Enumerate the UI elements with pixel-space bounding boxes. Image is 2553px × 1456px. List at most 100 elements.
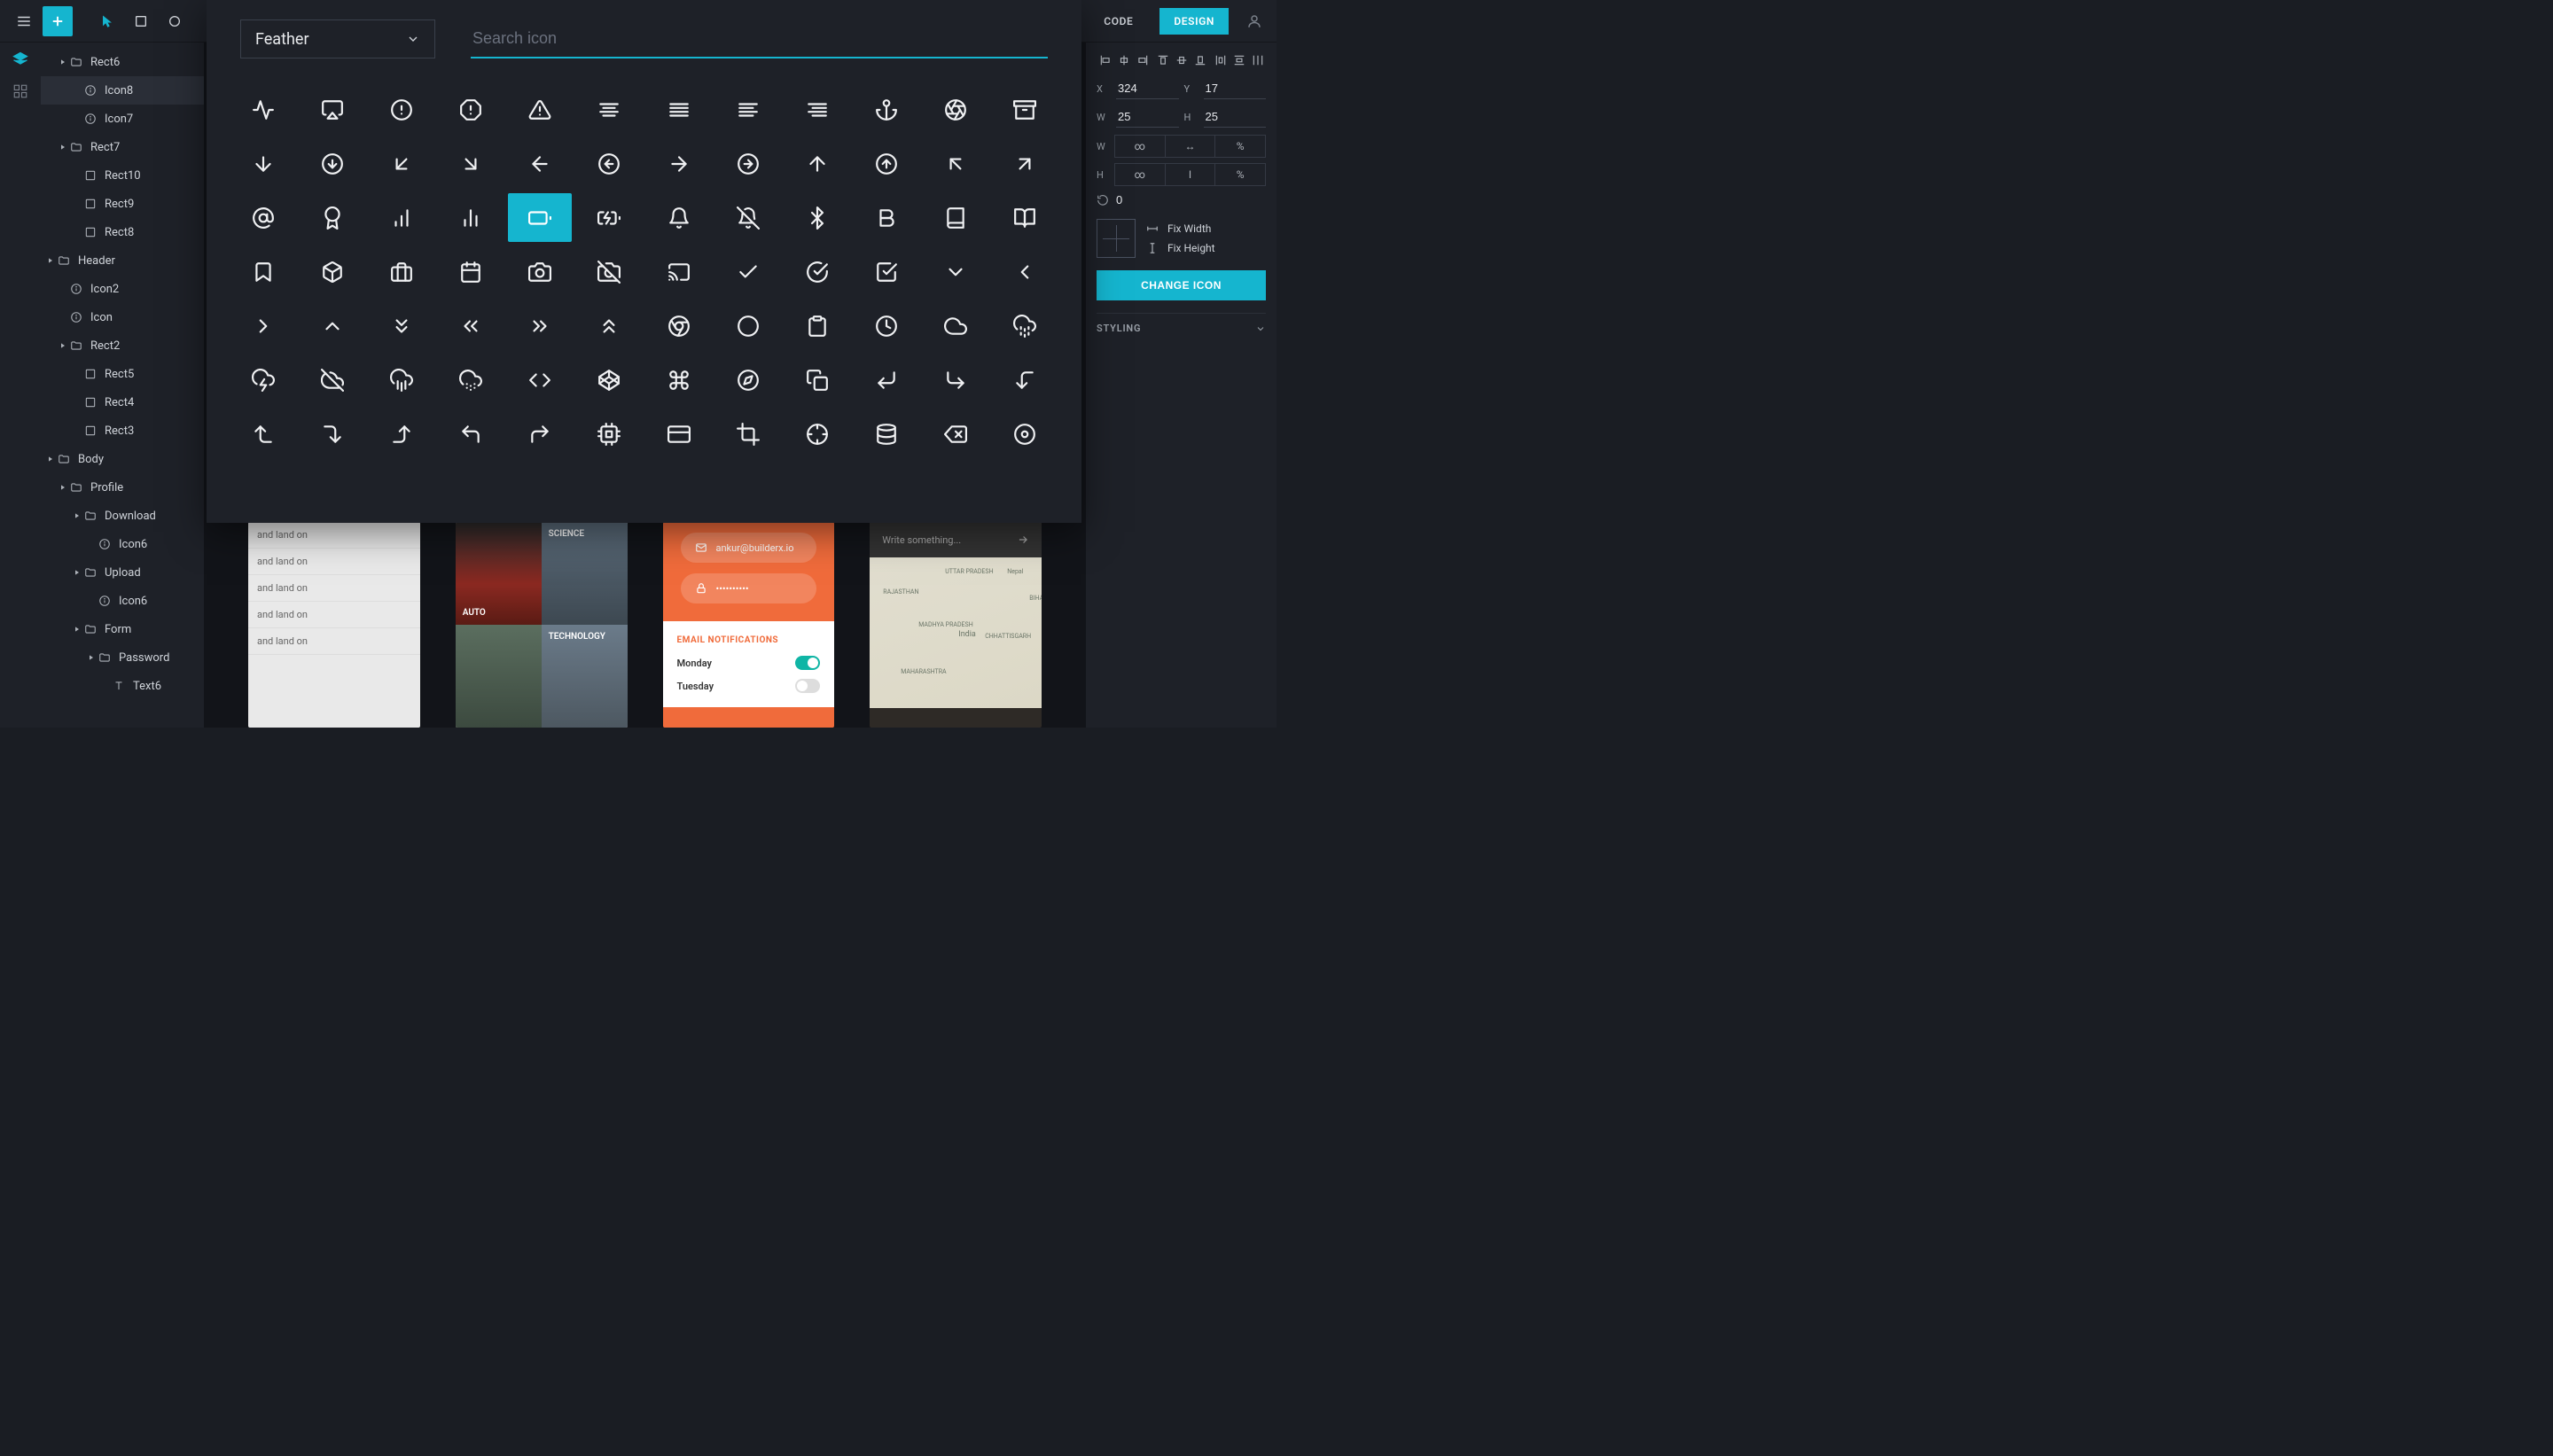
change-icon-button[interactable]: CHANGE ICON: [1097, 270, 1266, 300]
add-button[interactable]: [43, 6, 73, 36]
chevron-up-icon[interactable]: [301, 301, 364, 350]
book-open-icon[interactable]: [993, 193, 1057, 242]
layer-upload[interactable]: Upload: [41, 558, 204, 587]
layer-icon6[interactable]: Icon6: [41, 587, 204, 615]
arrow-left-icon[interactable]: [508, 139, 572, 188]
y-input[interactable]: [1204, 78, 1267, 99]
book-icon[interactable]: [924, 193, 988, 242]
calendar-icon[interactable]: [439, 247, 503, 296]
airplay-icon[interactable]: [301, 85, 364, 134]
align-top-icon[interactable]: [1154, 51, 1171, 69]
cloud-off-icon[interactable]: [301, 355, 364, 404]
corner-left-up-icon[interactable]: [231, 409, 295, 458]
rectangle-tool[interactable]: [126, 6, 156, 36]
ellipse-tool[interactable]: [160, 6, 190, 36]
corner-down-right-icon[interactable]: [924, 355, 988, 404]
styling-section-header[interactable]: STYLING: [1097, 313, 1266, 343]
icon-library-select[interactable]: Feather: [240, 19, 435, 58]
layer-icon6[interactable]: Icon6: [41, 530, 204, 558]
clock-icon[interactable]: [855, 301, 918, 350]
layer-rect8[interactable]: Rect8: [41, 218, 204, 246]
fix-width-row[interactable]: Fix Width: [1146, 222, 1215, 235]
mode-code[interactable]: CODE: [1089, 8, 1147, 35]
disc-icon[interactable]: [993, 409, 1057, 458]
box-icon[interactable]: [301, 247, 364, 296]
delete-icon[interactable]: [924, 409, 988, 458]
distribute-space-icon[interactable]: [1249, 51, 1266, 69]
icon-search-input[interactable]: [471, 20, 1048, 58]
at-sign-icon[interactable]: [231, 193, 295, 242]
chevrons-up-icon[interactable]: [577, 301, 641, 350]
align-hcenter-icon[interactable]: [1115, 51, 1132, 69]
layer-rect6[interactable]: Rect6: [41, 48, 204, 76]
corner-right-down-icon[interactable]: [301, 409, 364, 458]
w-mode-percent[interactable]: %: [1215, 136, 1265, 157]
layer-rect4[interactable]: Rect4: [41, 388, 204, 417]
fix-height-row[interactable]: Fix Height: [1146, 242, 1215, 254]
check-circle-icon[interactable]: [785, 247, 849, 296]
archive-icon[interactable]: [993, 85, 1057, 134]
align-vcenter-icon[interactable]: [1173, 51, 1190, 69]
layer-rect7[interactable]: Rect7: [41, 133, 204, 161]
chevrons-down-icon[interactable]: [370, 301, 433, 350]
layer-rect10[interactable]: Rect10: [41, 161, 204, 190]
align-bottom-icon[interactable]: [1191, 51, 1208, 69]
w-input[interactable]: [1116, 106, 1179, 128]
layer-icon7[interactable]: Icon7: [41, 105, 204, 133]
layer-form[interactable]: Form: [41, 615, 204, 643]
align-center-icon[interactable]: [577, 85, 641, 134]
arrow-up-circle-icon[interactable]: [855, 139, 918, 188]
layer-rect9[interactable]: Rect9: [41, 190, 204, 218]
h-mode-fixed[interactable]: I: [1166, 164, 1216, 185]
layers-tab-icon[interactable]: [11, 50, 30, 69]
cloud-rain-icon[interactable]: [370, 355, 433, 404]
corner-up-right-icon[interactable]: [508, 409, 572, 458]
command-icon[interactable]: [647, 355, 711, 404]
x-input[interactable]: [1116, 78, 1179, 99]
layer-password[interactable]: Password: [41, 643, 204, 672]
arrow-right-circle-icon[interactable]: [716, 139, 780, 188]
bell-off-icon[interactable]: [716, 193, 780, 242]
h-mode-auto[interactable]: ∞: [1115, 164, 1166, 185]
cloud-snow-icon[interactable]: [439, 355, 503, 404]
briefcase-icon[interactable]: [370, 247, 433, 296]
corner-right-up-icon[interactable]: [370, 409, 433, 458]
copy-icon[interactable]: [785, 355, 849, 404]
battery-charging-icon[interactable]: [577, 193, 641, 242]
alert-circle-icon[interactable]: [370, 85, 433, 134]
components-tab-icon[interactable]: [11, 82, 30, 101]
bell-icon[interactable]: [647, 193, 711, 242]
rotate-input[interactable]: [1116, 193, 1152, 206]
layer-profile[interactable]: Profile: [41, 473, 204, 502]
mode-design[interactable]: DESIGN: [1159, 8, 1229, 35]
circle-icon[interactable]: [716, 301, 780, 350]
arrow-down-left-icon[interactable]: [370, 139, 433, 188]
arrow-down-right-icon[interactable]: [439, 139, 503, 188]
align-justify-icon[interactable]: [647, 85, 711, 134]
arrow-up-right-icon[interactable]: [993, 139, 1057, 188]
corner-left-down-icon[interactable]: [993, 355, 1057, 404]
camera-icon[interactable]: [508, 247, 572, 296]
check-icon[interactable]: [716, 247, 780, 296]
award-icon[interactable]: [301, 193, 364, 242]
h-mode-percent[interactable]: %: [1215, 164, 1265, 185]
crop-icon[interactable]: [716, 409, 780, 458]
chrome-icon[interactable]: [647, 301, 711, 350]
distribute-h-icon[interactable]: [1212, 51, 1229, 69]
layer-text6[interactable]: Text6: [41, 672, 204, 700]
align-right-icon[interactable]: [785, 85, 849, 134]
arrow-left-circle-icon[interactable]: [577, 139, 641, 188]
chevrons-left-icon[interactable]: [439, 301, 503, 350]
chevrons-right-icon[interactable]: [508, 301, 572, 350]
chevron-right-icon[interactable]: [231, 301, 295, 350]
camera-off-icon[interactable]: [577, 247, 641, 296]
constraints-diagram[interactable]: [1097, 219, 1136, 258]
aperture-icon[interactable]: [924, 85, 988, 134]
arrow-up-left-icon[interactable]: [924, 139, 988, 188]
cloud-lightning-icon[interactable]: [231, 355, 295, 404]
credit-card-icon[interactable]: [647, 409, 711, 458]
layer-icon[interactable]: Icon: [41, 303, 204, 331]
bold-icon[interactable]: [855, 193, 918, 242]
corner-up-left-icon[interactable]: [439, 409, 503, 458]
crosshair-icon[interactable]: [785, 409, 849, 458]
